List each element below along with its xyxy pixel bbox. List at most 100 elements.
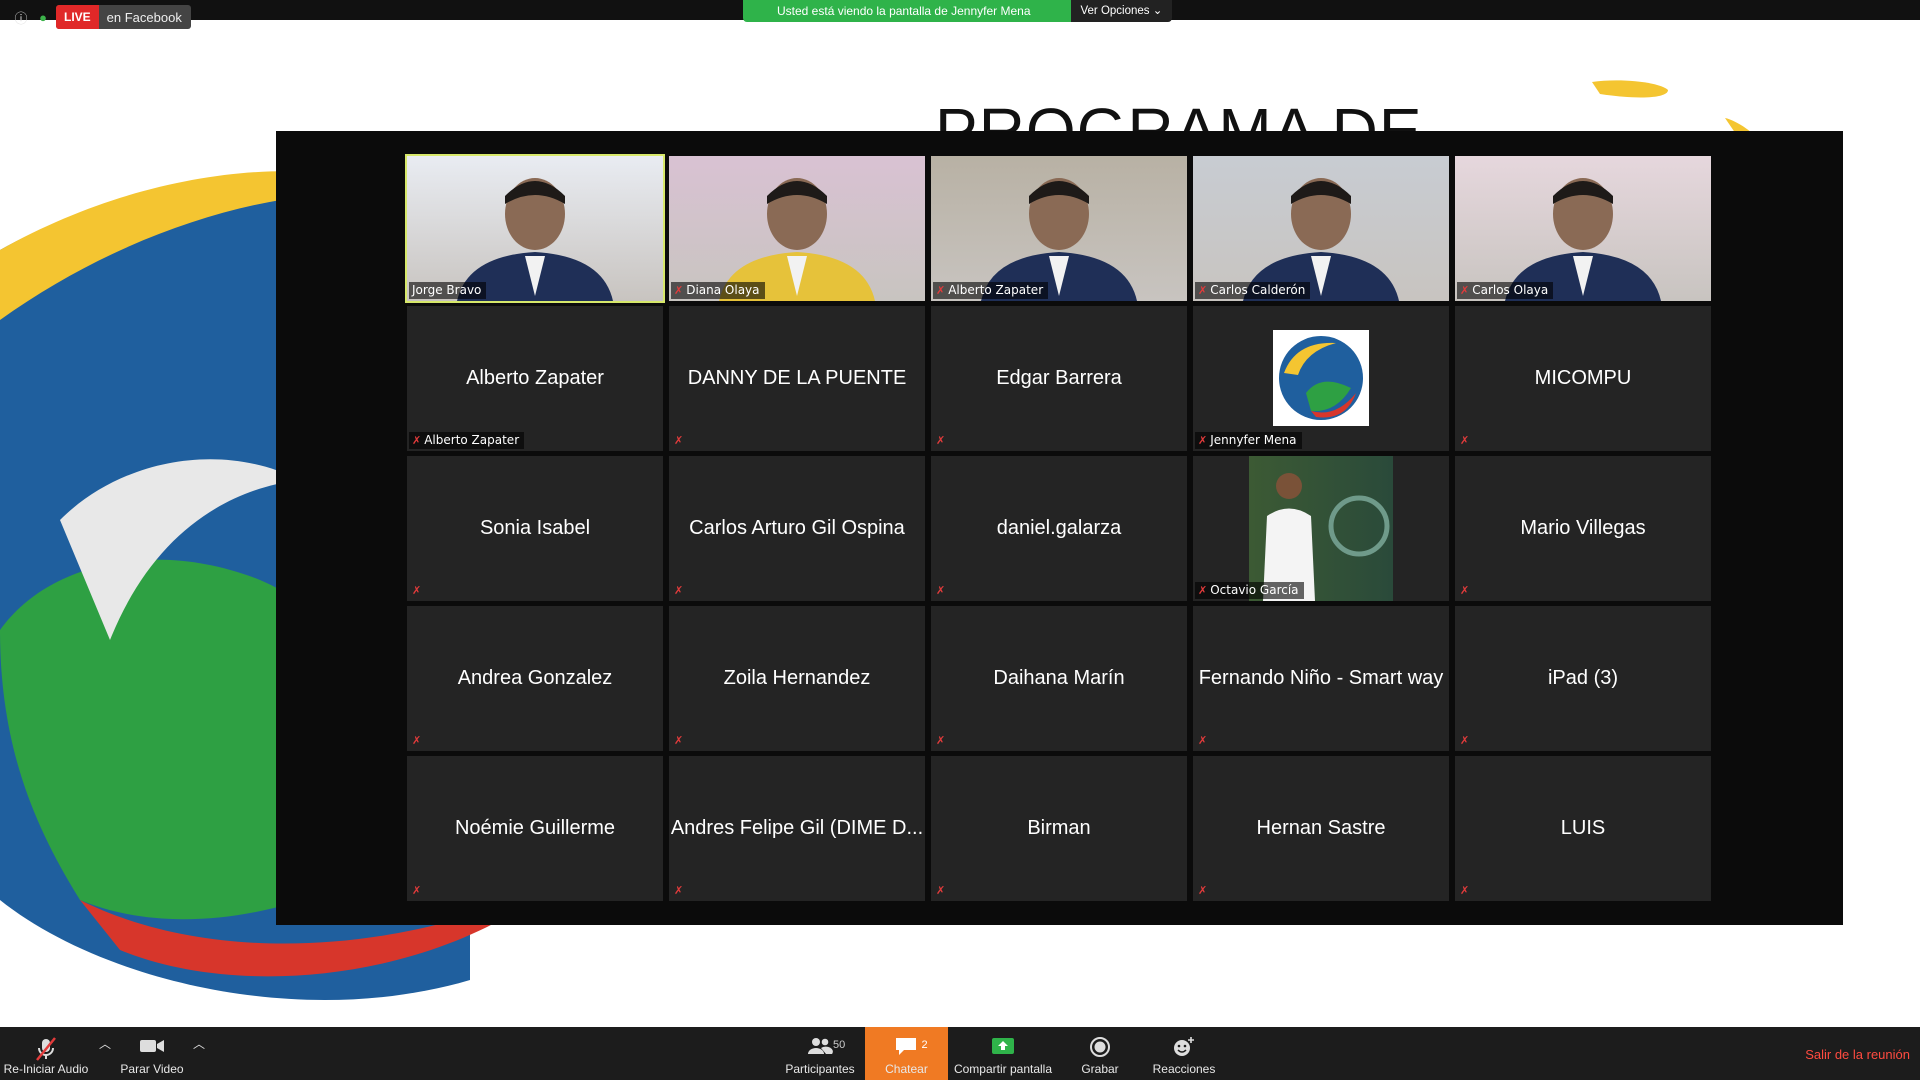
video-button[interactable]: Parar Video — [116, 1027, 188, 1080]
participant-name-label: ✗ — [933, 732, 953, 749]
mic-muted-icon: ✗ — [1198, 884, 1208, 897]
mic-muted-icon: ✗ — [412, 734, 422, 747]
participant-display-name: Mario Villegas — [1520, 517, 1646, 539]
live-status: ⓘ ● LIVE en Facebook — [12, 5, 191, 29]
participant-name-label: ✗ Diana Olaya — [671, 282, 765, 299]
participant-profile-photo — [1249, 456, 1393, 601]
participant-label-text: Diana Olaya — [686, 283, 760, 297]
video-options-caret-icon[interactable]: ︿ — [193, 1035, 205, 1052]
participant-tile[interactable]: MICOMPU ✗ — [1455, 306, 1711, 451]
view-options-button[interactable]: Ver Opciones ⌄ — [1070, 0, 1173, 22]
participant-display-name: LUIS — [1560, 817, 1606, 839]
participant-tile[interactable]: Birman ✗ — [931, 756, 1187, 901]
chat-count: 2 — [921, 1039, 928, 1051]
participants-count: 50 — [833, 1039, 846, 1051]
mic-muted-icon: ✗ — [936, 284, 946, 297]
participant-name-label: ✗ Jennyfer Mena — [1195, 432, 1302, 449]
mic-muted-icon: ✗ — [1460, 884, 1470, 897]
participant-tile[interactable]: Jorge Bravo — [405, 154, 665, 303]
participant-tile[interactable]: Carlos Arturo Gil Ospina ✗ — [669, 456, 925, 601]
participant-video-feed — [1193, 156, 1449, 301]
record-button[interactable]: Grabar — [1072, 1027, 1128, 1080]
mic-muted-icon: ✗ — [412, 584, 422, 597]
share-screen-button[interactable]: Compartir pantalla — [950, 1027, 1056, 1080]
participant-name-label: ✗ — [1195, 882, 1215, 899]
participant-tile[interactable]: ✗ Diana Olaya — [669, 156, 925, 301]
lock-icon[interactable]: ● — [34, 8, 52, 26]
participant-tile[interactable]: Zoila Hernandez ✗ — [669, 606, 925, 751]
participant-tile[interactable]: LUIS ✗ — [1455, 756, 1711, 901]
participant-tile[interactable]: iPad (3) ✗ — [1455, 606, 1711, 751]
mic-muted-icon: ✗ — [674, 284, 684, 297]
participant-display-name: Carlos Arturo Gil Ospina — [689, 517, 905, 539]
chat-bubble-icon: 2 — [894, 1036, 928, 1062]
participant-tile[interactable]: daniel.galarza ✗ — [931, 456, 1187, 601]
participant-display-name: DANNY DE LA PUENTE — [687, 367, 907, 389]
participant-name-label: ✗ Carlos Olaya — [1457, 282, 1554, 299]
mic-muted-icon: ✗ — [1198, 584, 1208, 597]
mic-muted-icon — [33, 1036, 59, 1062]
participant-name-label: ✗ — [1195, 732, 1215, 749]
mic-muted-icon: ✗ — [1460, 734, 1470, 747]
mic-muted-icon: ✗ — [674, 734, 684, 747]
mic-muted-icon: ✗ — [1198, 284, 1208, 297]
mic-muted-icon: ✗ — [936, 734, 946, 747]
reactions-button[interactable]: Reacciones — [1148, 1027, 1220, 1080]
participant-name-label: ✗ — [933, 582, 953, 599]
participant-name-label: ✗ — [933, 432, 953, 449]
participant-name-label: ✗ — [1457, 582, 1477, 599]
mic-muted-icon: ✗ — [1460, 434, 1470, 447]
participant-tile[interactable]: ✗ Carlos Calderón — [1193, 156, 1449, 301]
participant-name-label: ✗ — [933, 882, 953, 899]
participant-tile[interactable]: ✗ Alberto Zapater — [931, 156, 1187, 301]
participant-display-name: Fernando Niño - Smart way — [1198, 667, 1444, 689]
participant-display-name: Zoila Hernandez — [723, 667, 871, 689]
share-screen-icon — [990, 1036, 1016, 1062]
participant-tile[interactable]: Andres Felipe Gil (DIME D... ✗ — [669, 756, 925, 901]
participant-name-label: ✗ — [1457, 432, 1477, 449]
participant-tile[interactable]: DANNY DE LA PUENTE ✗ — [669, 306, 925, 451]
participant-tile[interactable]: Sonia Isabel ✗ — [407, 456, 663, 601]
audio-options-caret-icon[interactable]: ︿ — [99, 1035, 111, 1052]
mic-muted-icon: ✗ — [674, 884, 684, 897]
participant-tile[interactable]: Hernan Sastre ✗ — [1193, 756, 1449, 901]
participant-name-label: ✗ — [409, 582, 429, 599]
chat-button[interactable]: 2 Chatear — [865, 1027, 948, 1080]
participant-tile[interactable]: Fernando Niño - Smart way ✗ — [1193, 606, 1449, 751]
mic-muted-icon: ✗ — [674, 434, 684, 447]
participant-name-label: ✗ — [1457, 732, 1477, 749]
participant-display-name: Noémie Guillerme — [454, 817, 616, 839]
participant-name-label: ✗ Octavio García — [1195, 582, 1304, 599]
participant-tile[interactable]: Mario Villegas ✗ — [1455, 456, 1711, 601]
mic-muted-icon: ✗ — [1460, 284, 1470, 297]
share-screen-label: Compartir pantalla — [953, 1062, 1053, 1076]
participant-label-text: Jennyfer Mena — [1210, 433, 1297, 447]
info-icon[interactable]: ⓘ — [12, 8, 30, 26]
participant-tile[interactable]: Noémie Guillerme ✗ — [407, 756, 663, 901]
mic-muted-icon: ✗ — [1198, 434, 1208, 447]
leave-meeting-button[interactable]: Salir de la reunión — [1805, 1047, 1910, 1062]
participant-tile[interactable]: ✗ Jennyfer Mena — [1193, 306, 1449, 451]
participant-tile[interactable]: Alberto Zapater ✗ Alberto Zapater — [407, 306, 663, 451]
live-badge[interactable]: LIVE en Facebook — [56, 5, 191, 29]
video-camera-icon — [139, 1036, 165, 1062]
participant-display-name: Hernan Sastre — [1256, 817, 1386, 839]
participant-tile[interactable]: Edgar Barrera ✗ — [931, 306, 1187, 451]
participant-name-label: ✗ — [1457, 882, 1477, 899]
mic-muted-icon: ✗ — [674, 584, 684, 597]
participant-name-label: ✗ — [671, 882, 691, 899]
participant-tile[interactable]: ✗ Octavio García — [1193, 456, 1449, 601]
participant-tile[interactable]: Daihana Marín ✗ — [931, 606, 1187, 751]
participant-name-label: Jorge Bravo — [409, 282, 487, 299]
participant-video-feed — [669, 156, 925, 301]
participant-video-feed — [1455, 156, 1711, 301]
mic-muted-icon: ✗ — [936, 584, 946, 597]
audio-button[interactable]: Re-Iniciar Audio — [0, 1027, 92, 1080]
live-label: LIVE — [56, 5, 99, 29]
participant-tile[interactable]: ✗ Carlos Olaya — [1455, 156, 1711, 301]
participants-button[interactable]: 50 Participantes — [782, 1027, 858, 1080]
participant-tile[interactable]: Andrea Gonzalez ✗ — [407, 606, 663, 751]
participant-name-label: ✗ — [409, 882, 429, 899]
participants-label: Participantes — [785, 1062, 855, 1076]
participant-display-name: Birman — [1027, 817, 1091, 839]
